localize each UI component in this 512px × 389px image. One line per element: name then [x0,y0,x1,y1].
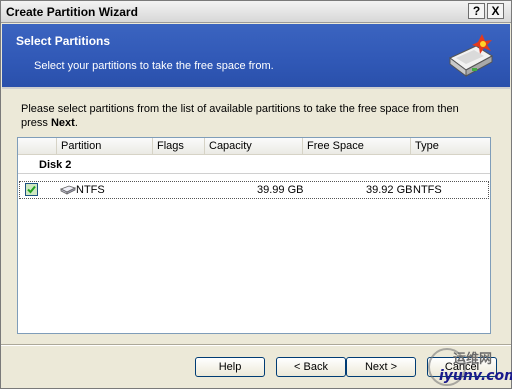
wizard-header: Select Partitions Select your partitions… [2,24,510,89]
partition-drive-icon [60,185,76,195]
back-button[interactable]: < Back [276,357,346,377]
next-button[interactable]: Next > [346,357,416,377]
checkmark-icon [26,184,37,195]
column-header-capacity[interactable]: Capacity [204,138,302,155]
title-bar[interactable]: Create Partition Wizard ? X [1,1,511,23]
column-header-check[interactable] [18,138,56,155]
partition-checkbox[interactable] [25,183,38,196]
column-header-free-space[interactable]: Free Space [302,138,410,155]
instructions-text: Please select partitions from the list o… [21,102,481,130]
wizard-window: Create Partition Wizard ? X Select Parti… [0,0,512,389]
partition-name: NTFS [76,184,105,196]
list-header: Partition Flags Capacity Free Space Type [18,138,490,155]
header-subtitle: Select your partitions to take the free … [34,60,274,72]
table-row[interactable]: NTFS 39.99 GB 39.92 GB NTFS [19,181,489,199]
partition-capacity: 39.99 GB [257,184,304,196]
column-header-partition[interactable]: Partition [56,138,152,155]
watermark-line2: iyunv.com [439,368,512,384]
partition-free-space: 39.92 GB [366,184,413,196]
column-header-flags[interactable]: Flags [152,138,204,155]
instructions-text-main: Please select partitions from the list o… [21,103,459,129]
column-header-type[interactable]: Type [410,138,490,155]
hard-drive-wizard-icon [449,34,493,77]
partition-list[interactable]: Partition Flags Capacity Free Space Type… [17,137,491,334]
header-title: Select Partitions [16,34,111,48]
watermark-line1: 运维网 [453,352,493,367]
instructions-next-word: Next [50,117,75,129]
close-title-button[interactable]: X [487,3,504,19]
instructions-text-end: . [74,117,78,129]
disk-group-label: Disk 2 [39,159,72,171]
partition-type: NTFS [413,184,442,196]
help-button[interactable]: Help [195,357,265,377]
disk-group-header: Disk 2 [18,158,490,174]
help-title-button[interactable]: ? [468,3,485,19]
site-watermark: 运维网 iyunv.com [425,346,512,388]
window-title: Create Partition Wizard [6,5,138,19]
